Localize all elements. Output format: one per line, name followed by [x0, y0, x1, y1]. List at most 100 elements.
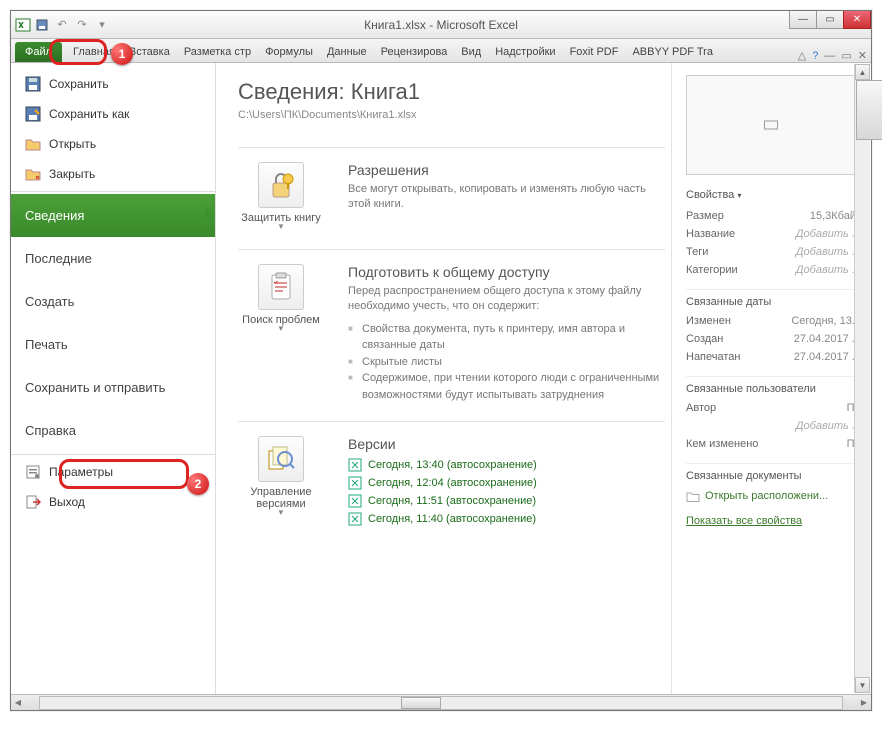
excel-doc-icon	[348, 512, 362, 526]
tab-addins[interactable]: Надстройки	[488, 42, 562, 62]
options-icon	[25, 464, 41, 480]
prop-value: 27.04.2017 ...	[794, 333, 861, 345]
dropdown-icon: ▼	[238, 508, 324, 517]
sidebar-item-label: Печать	[25, 337, 68, 352]
add-title-link[interactable]: Добавить ...	[796, 228, 861, 240]
sidebar-item-label: Справка	[25, 423, 76, 438]
scroll-down-icon[interactable]: ▼	[855, 677, 870, 693]
add-categories-link[interactable]: Добавить ...	[796, 264, 861, 276]
sidebar-item-label: Параметры	[49, 465, 113, 479]
folder-open-icon	[25, 136, 41, 152]
scroll-up-icon[interactable]: ▲	[855, 64, 870, 80]
protect-workbook-button[interactable]: Защитить книгу ▼	[238, 162, 324, 231]
qat-undo-icon[interactable]: ↶	[53, 16, 71, 34]
sidebar-item-label: Закрыть	[49, 167, 95, 181]
sidebar-item-label: Создать	[25, 294, 74, 309]
prop-value: Сегодня, 13...	[791, 315, 861, 327]
sidebar-item-help[interactable]: Справка	[11, 409, 215, 452]
version-item[interactable]: Сегодня, 11:40 (автосохранение)	[348, 510, 665, 528]
check-issues-button[interactable]: Поиск проблем ▼	[238, 264, 324, 403]
add-tags-link[interactable]: Добавить ...	[796, 246, 861, 258]
tab-foxit[interactable]: Foxit PDF	[563, 42, 626, 62]
tab-data[interactable]: Данные	[320, 42, 374, 62]
sidebar-item-recent[interactable]: Последние	[11, 237, 215, 280]
prop-label: Название	[686, 228, 735, 240]
excel-doc-icon	[348, 494, 362, 508]
exit-icon	[25, 494, 41, 510]
sidebar-item-label: Сохранить как	[49, 107, 129, 121]
prop-label: Теги	[686, 246, 708, 258]
prop-value: 27.04.2017 ...	[794, 351, 861, 363]
sidebar-item-label: Последние	[25, 251, 92, 266]
prop-label: Категории	[686, 264, 738, 276]
tab-file[interactable]: Файл	[15, 42, 62, 62]
sidebar-item-close[interactable]: Закрыть	[11, 159, 215, 189]
properties-heading[interactable]: Свойства ▾	[686, 189, 861, 201]
window-title: Книга1.xlsx - Microsoft Excel	[364, 18, 518, 32]
open-location-link[interactable]: Открыть расположени...	[686, 486, 861, 506]
version-item[interactable]: Сегодня, 12:04 (автосохранение)	[348, 474, 665, 492]
manage-versions-button[interactable]: Управление версиями ▼	[238, 436, 324, 528]
section-title: Разрешения	[348, 162, 665, 178]
info-content: Сведения: Книга1 C:\Users\ПК\Documents\К…	[216, 63, 671, 694]
show-all-properties-link[interactable]: Показать все свойства	[686, 512, 861, 530]
version-item[interactable]: Сегодня, 13:40 (автосохранение)	[348, 456, 665, 474]
qat-save-icon[interactable]	[33, 16, 51, 34]
scroll-thumb[interactable]	[401, 697, 441, 709]
sidebar-item-new[interactable]: Создать	[11, 280, 215, 323]
lock-icon	[258, 162, 304, 208]
close-button[interactable]: ✕	[843, 11, 871, 29]
scroll-left-icon[interactable]: ◀	[11, 695, 25, 710]
vertical-scrollbar[interactable]: ▲ ▼	[854, 64, 870, 693]
sidebar-item-info[interactable]: Сведения	[11, 194, 215, 237]
prop-label: Кем изменено	[686, 438, 758, 450]
button-label: Управление версиями	[250, 486, 311, 510]
horizontal-scrollbar[interactable]	[39, 696, 843, 710]
excel-doc-icon	[348, 458, 362, 472]
doc-minimize-icon[interactable]: —	[824, 50, 835, 62]
share-issue-item: Скрытые листы	[348, 354, 665, 371]
document-thumbnail	[686, 75, 856, 175]
sidebar-item-exit[interactable]: Выход	[11, 487, 215, 517]
tab-formulas[interactable]: Формулы	[258, 42, 320, 62]
scroll-thumb[interactable]	[856, 80, 882, 140]
tab-abbyy[interactable]: ABBYY PDF Tra	[625, 42, 720, 62]
sidebar-item-saveas[interactable]: Сохранить как	[11, 99, 215, 129]
sidebar-item-options[interactable]: Параметры	[11, 457, 215, 487]
doc-restore-icon[interactable]: ▭	[841, 49, 851, 62]
properties-panel: Свойства ▾ Размер15,3Кбайт НазваниеДобав…	[671, 63, 871, 694]
tab-pagelayout[interactable]: Разметка стр	[177, 42, 258, 62]
docs-heading: Связанные документы	[686, 470, 861, 482]
tab-view[interactable]: Вид	[454, 42, 488, 62]
sidebar-item-label: Открыть	[49, 137, 96, 151]
sidebar-item-save[interactable]: Сохранить	[11, 69, 215, 99]
share-issue-item: Свойства документа, путь к принтеру, имя…	[348, 321, 665, 354]
section-title: Подготовить к общему доступу	[348, 264, 665, 280]
callout-badge-1: 1	[111, 43, 133, 65]
prop-label: Размер	[686, 210, 724, 222]
help-icon[interactable]: ?	[812, 50, 818, 62]
sidebar-item-label: Сведения	[25, 208, 84, 223]
section-title: Версии	[348, 436, 665, 452]
dates-heading: Связанные даты	[686, 296, 861, 308]
folder-close-icon	[25, 166, 41, 182]
section-text: Все могут открывать, копировать и изменя…	[348, 182, 665, 213]
minimize-button[interactable]: —	[789, 11, 817, 29]
sidebar-item-open[interactable]: Открыть	[11, 129, 215, 159]
tab-review[interactable]: Рецензирова	[374, 42, 455, 62]
callout-badge-2: 2	[187, 473, 209, 495]
excel-doc-icon	[348, 476, 362, 490]
maximize-button[interactable]: ▭	[816, 11, 844, 29]
sidebar-item-print[interactable]: Печать	[11, 323, 215, 366]
doc-close-icon[interactable]: ✕	[858, 49, 867, 62]
sidebar-item-saveandsend[interactable]: Сохранить и отправить	[11, 366, 215, 409]
qat-redo-icon[interactable]: ↷	[73, 16, 91, 34]
sidebar-item-label: Сохранить	[49, 77, 109, 91]
version-item[interactable]: Сегодня, 11:51 (автосохранение)	[348, 492, 665, 510]
ribbon-minimize-icon[interactable]: △	[798, 49, 806, 62]
add-author-link[interactable]: Добавить ...	[796, 420, 861, 432]
prop-label: Изменен	[686, 315, 731, 327]
qat-more-icon[interactable]: ▾	[93, 16, 111, 34]
prop-label: Автор	[686, 402, 716, 414]
scroll-right-icon[interactable]: ▶	[857, 695, 871, 710]
